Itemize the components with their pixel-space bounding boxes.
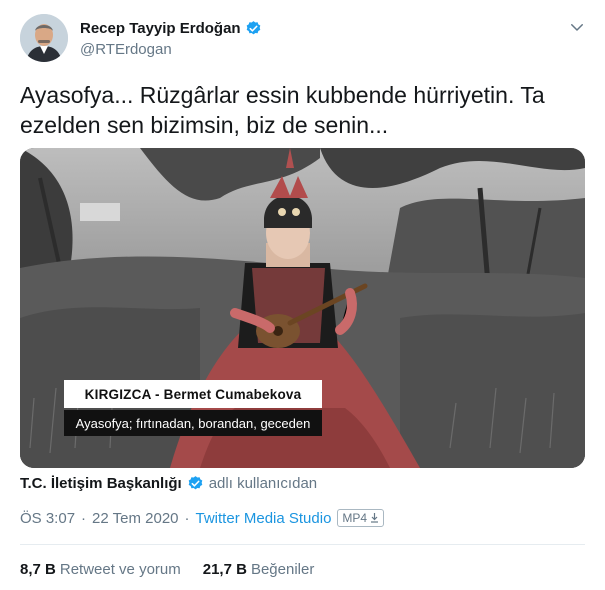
avatar-image — [20, 14, 68, 62]
video-caption-title: KIRGIZCA - Bermet Cumabekova — [64, 380, 322, 408]
source-account-name[interactable]: T.C. İletişim Başkanlığı — [20, 475, 182, 492]
like-stat[interactable]: 21,7 B Beğeniler — [203, 561, 315, 578]
format-badge: MP4 — [337, 509, 385, 527]
tweet-card: Recep Tayyip Erdoğan @RTErdogan Ayasofya… — [0, 0, 605, 590]
source-app-link[interactable]: Twitter Media Studio — [196, 510, 332, 527]
author-name-label: Recep Tayyip Erdoğan — [80, 20, 241, 37]
divider — [20, 544, 585, 545]
like-count: 21,7 B — [202, 561, 247, 578]
avatar[interactable] — [20, 14, 68, 62]
meta-separator: · — [81, 509, 87, 527]
tweet-header: Recep Tayyip Erdoğan @RTErdogan — [20, 14, 590, 64]
author-name[interactable]: Recep Tayyip Erdoğan — [80, 20, 262, 37]
download-icon — [371, 513, 379, 523]
verified-badge-icon — [246, 21, 260, 35]
retweet-count: 8,7 B — [20, 561, 56, 578]
retweet-stat[interactable]: 8,7 B Retweet ve yorum — [20, 561, 181, 578]
video-player[interactable]: KIRGIZCA - Bermet Cumabekova Ayasofya; f… — [20, 148, 585, 468]
chevron-down-icon[interactable] — [568, 18, 586, 36]
format-badge-label: MP4 — [342, 511, 368, 525]
tweet-time[interactable]: ÖS 3:07 — [20, 510, 75, 527]
media-source-attribution: T.C. İletişim Başkanlığı adlı kullanıcıd… — [20, 475, 317, 492]
tweet-text: Ayasofya... Rüzgârlar essin kubbende hür… — [20, 82, 545, 138]
retweet-label: Retweet ve yorum — [59, 561, 181, 578]
tweet-stats: 8,7 B Retweet ve yorum 21,7 B Beğeniler — [20, 561, 314, 578]
video-caption-subtitle: Ayasofya; fırtınadan, borandan, geceden — [64, 410, 322, 436]
verified-badge-icon — [188, 476, 203, 490]
source-suffix-text: adlı kullanıcıdan — [208, 475, 318, 492]
tweet-date[interactable]: 22 Tem 2020 — [92, 510, 178, 527]
like-label: Beğeniler — [250, 561, 315, 578]
tweet-meta: ÖS 3:07 · 22 Tem 2020 · Twitter Media St… — [20, 509, 385, 527]
meta-separator: · — [184, 509, 190, 527]
author-handle[interactable]: @RTErdogan — [80, 41, 172, 58]
